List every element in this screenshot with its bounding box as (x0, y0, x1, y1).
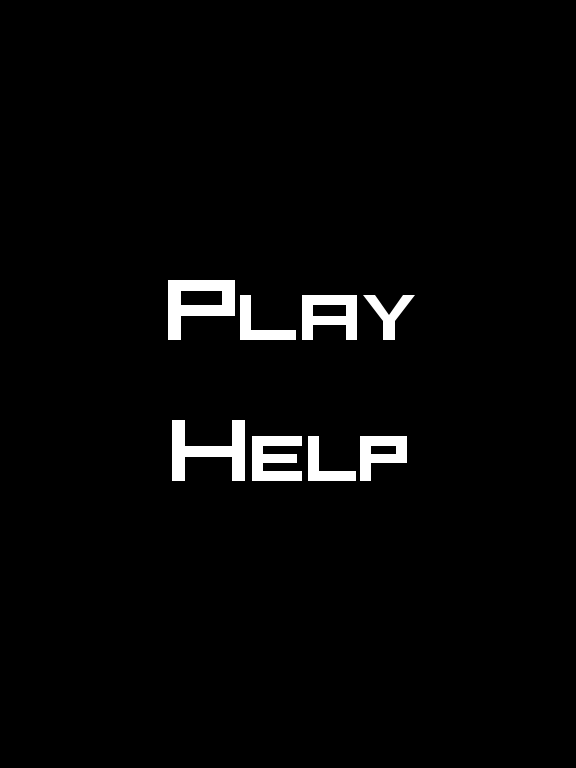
help-wordmark (172, 420, 407, 481)
main-menu-screen: Play Help (0, 0, 576, 768)
help-button[interactable]: Help (0, 405, 576, 495)
play-button[interactable]: Play (0, 265, 576, 355)
play-wordmark (168, 280, 415, 340)
